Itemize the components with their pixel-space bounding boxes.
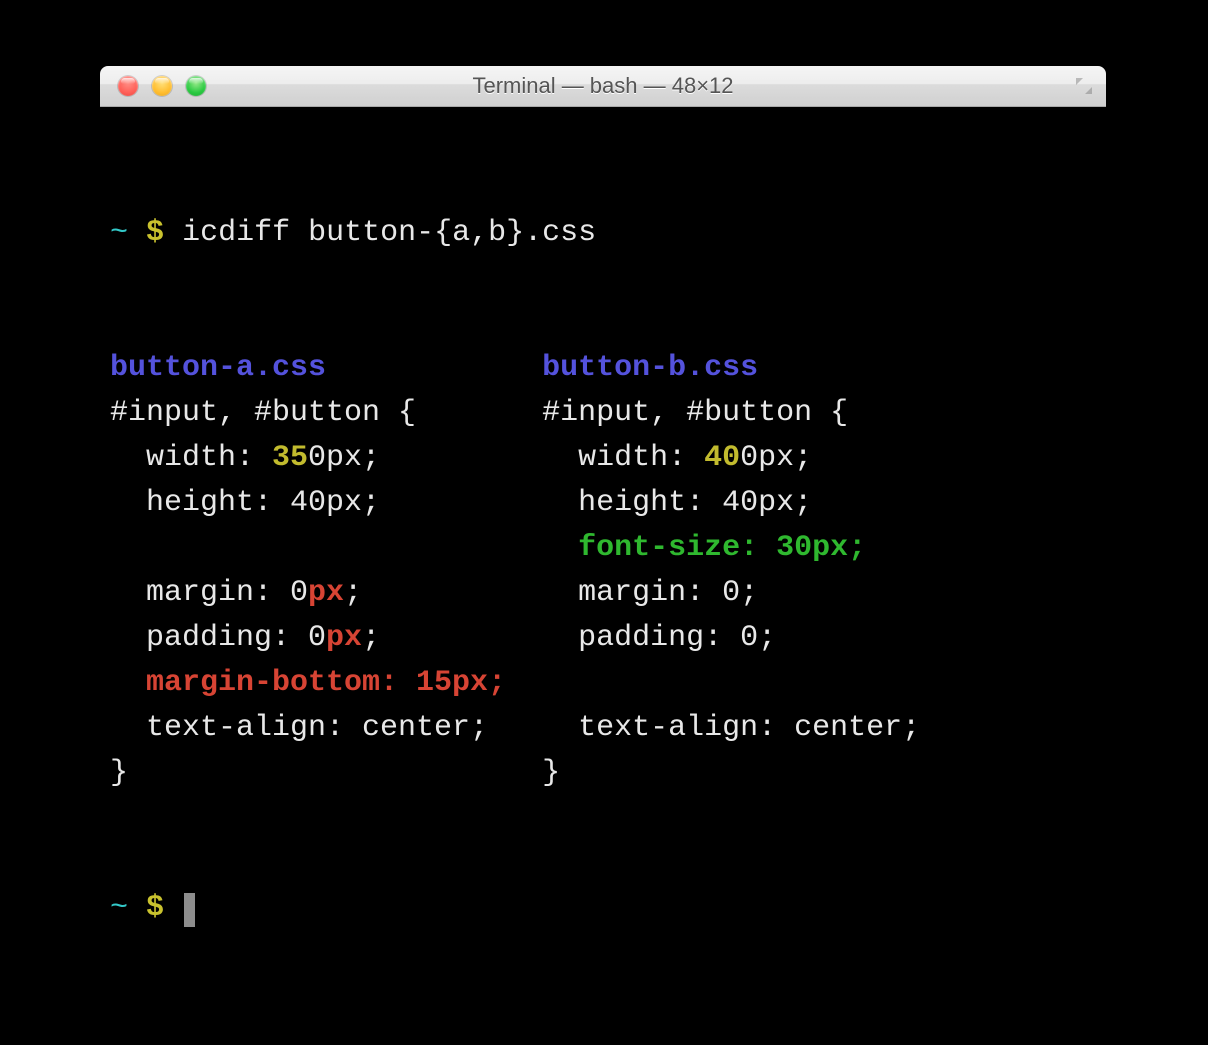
- traffic-lights: [100, 76, 206, 96]
- left-diff-removed-line: margin-bottom: 15px;: [110, 666, 506, 700]
- right-line: margin: 0;: [542, 576, 758, 610]
- left-line: text-align: center;: [110, 711, 488, 745]
- left-filename: button-a.css: [110, 351, 326, 385]
- left-line: height: 40px;: [110, 486, 380, 520]
- diff-output: button-a.css #input, #button { width: 35…: [110, 346, 1100, 796]
- left-line: margin: 0: [110, 576, 308, 610]
- prompt-path: ~: [110, 216, 128, 250]
- fullscreen-icon[interactable]: [1072, 74, 1096, 98]
- prompt-path: ~: [110, 891, 128, 925]
- left-diff-change: 35: [272, 441, 308, 475]
- left-line: 0px;: [308, 441, 380, 475]
- titlebar[interactable]: Terminal — bash — 48×12: [100, 66, 1106, 107]
- right-line: 0px;: [740, 441, 812, 475]
- right-diff-added-line: font-size: 30px;: [542, 531, 866, 565]
- left-line: ;: [362, 621, 380, 655]
- terminal-window: Terminal — bash — 48×12 ~ $ icdiff butto…: [100, 66, 1106, 1045]
- diff-left-column: button-a.css #input, #button { width: 35…: [110, 346, 542, 796]
- right-line: #input, #button {: [542, 396, 848, 430]
- window-title: Terminal — bash — 48×12: [100, 73, 1106, 99]
- command-text: icdiff button-{a,b}.css: [182, 216, 596, 250]
- zoom-icon[interactable]: [186, 76, 206, 96]
- diff-right-column: button-b.css #input, #button { width: 40…: [542, 346, 974, 796]
- left-diff-removed: px: [308, 576, 344, 610]
- left-line: padding: 0: [110, 621, 326, 655]
- cursor: [184, 893, 195, 928]
- prompt-symbol: $: [146, 891, 164, 925]
- terminal-body[interactable]: ~ $ icdiff button-{a,b}.css button-a.css…: [100, 107, 1106, 1045]
- left-diff-removed: px: [326, 621, 362, 655]
- right-line: height: 40px;: [542, 486, 812, 520]
- right-line: width:: [542, 441, 704, 475]
- left-line: }: [110, 756, 128, 790]
- right-line: padding: 0;: [542, 621, 776, 655]
- prompt-line-2: ~ $: [110, 886, 1100, 931]
- right-filename: button-b.css: [542, 351, 758, 385]
- prompt-line: ~ $ icdiff button-{a,b}.css: [110, 211, 1100, 256]
- left-line: ;: [344, 576, 362, 610]
- left-line: #input, #button {: [110, 396, 416, 430]
- prompt-symbol: $: [146, 216, 164, 250]
- right-line: }: [542, 756, 560, 790]
- minimize-icon[interactable]: [152, 76, 172, 96]
- close-icon[interactable]: [118, 76, 138, 96]
- left-line: width:: [110, 441, 272, 475]
- right-line: text-align: center;: [542, 711, 920, 745]
- right-diff-change: 40: [704, 441, 740, 475]
